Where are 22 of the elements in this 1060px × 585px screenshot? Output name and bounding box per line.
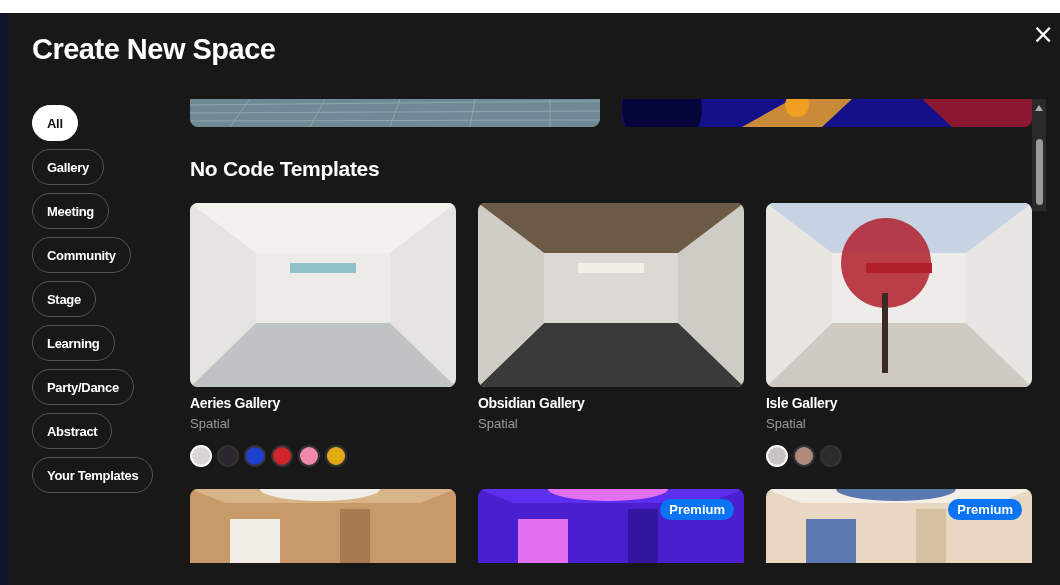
dialog-title: Create New Space (32, 33, 276, 66)
variant-swatch[interactable] (325, 445, 347, 467)
category-tab[interactable]: All (32, 105, 78, 141)
variant-swatch[interactable] (820, 445, 842, 467)
scrollbar[interactable] (1032, 99, 1046, 211)
premium-badge: Premium (948, 499, 1022, 520)
close-button[interactable]: × (1032, 21, 1054, 47)
variant-swatch[interactable] (244, 445, 266, 467)
scrollbar-thumb[interactable] (1035, 139, 1043, 205)
premium-badge: Premium (660, 499, 734, 520)
card-title: Aeries Gallery (190, 395, 281, 411)
card-subtitle: Spatial (478, 416, 519, 431)
card-subtitle: Spatial (190, 416, 231, 431)
scroll-up-icon[interactable] (1035, 105, 1043, 111)
variant-swatch[interactable] (298, 445, 320, 467)
card-subtitle: Spatial (766, 416, 807, 431)
variant-swatch[interactable] (271, 445, 293, 467)
variant-swatch[interactable] (793, 445, 815, 467)
variant-swatch[interactable] (217, 445, 239, 467)
card-title: Obsidian Gallery (478, 395, 586, 411)
card-title: Isle Gallery (766, 395, 839, 411)
section-heading: No Code Templates (190, 157, 381, 181)
